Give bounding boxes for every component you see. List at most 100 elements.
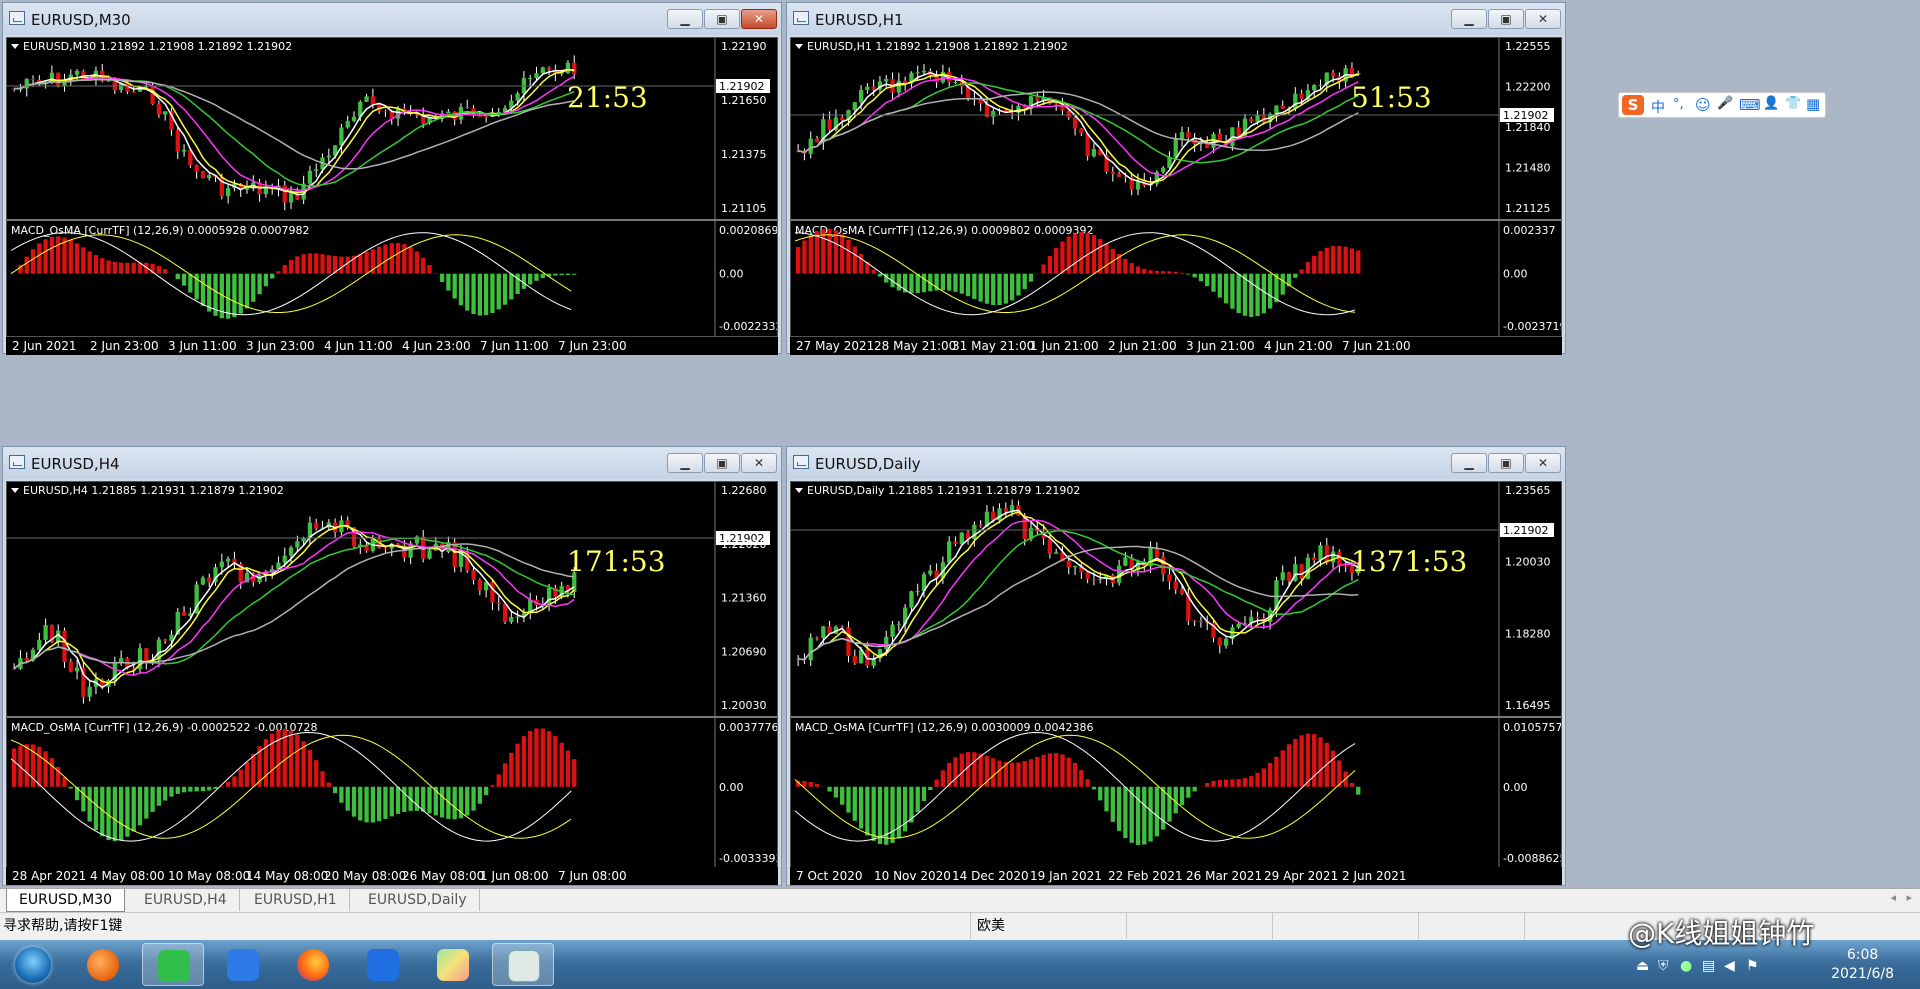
- macd-histogram-bar: [1016, 273, 1021, 296]
- macd-histogram-bar: [540, 728, 545, 787]
- maximize-button[interactable]: ▣: [1488, 9, 1524, 29]
- macd-histogram-bar: [118, 786, 124, 841]
- macd-histogram-bar: [928, 786, 933, 791]
- tray-shield-icon[interactable]: ⛨: [1658, 958, 1669, 974]
- macd-histogram-bar: [984, 273, 990, 304]
- mt4-terminal-icon: [508, 950, 540, 982]
- macd-histogram-bar: [1148, 270, 1153, 274]
- candle-body: [370, 96, 376, 105]
- taskbar-app-notes[interactable]: [212, 943, 274, 986]
- maximize-button[interactable]: ▣: [704, 453, 740, 473]
- chart-window-daily[interactable]: EURUSD,Daily ▁ ▣ ✕ 1.21902 1.23565 1.20030…: [786, 446, 1566, 886]
- macd-histogram-bar: [163, 786, 168, 801]
- tray-network-icon[interactable]: ▤: [1702, 958, 1715, 974]
- taskbar-app-browser[interactable]: [72, 943, 134, 986]
- macd-histogram-bar: [1261, 768, 1266, 787]
- tab-eurusd-h1[interactable]: EURUSD,H1: [242, 889, 350, 911]
- macd-histogram-bar: [370, 786, 376, 823]
- macd-histogram-bar: [1035, 756, 1040, 787]
- ime-punct-icon[interactable]: °,: [1673, 97, 1684, 112]
- macd-histogram-bar: [307, 749, 313, 787]
- candle-body: [1280, 572, 1285, 581]
- candle-body: [1330, 72, 1336, 77]
- macd-histogram-bar: [1286, 744, 1292, 787]
- ime-lang-toggle[interactable]: 中: [1651, 97, 1665, 117]
- tab-eurusd-daily[interactable]: EURUSD,Daily: [356, 889, 480, 911]
- maximize-button[interactable]: ▣: [1488, 453, 1524, 473]
- macd-histogram-bar: [490, 785, 495, 787]
- tray-volume-icon[interactable]: ◀: [1724, 958, 1735, 974]
- chart-window-m30[interactable]: EURUSD,M30 ▁ ▣ ✕ 1.21902 1.22190 1.21650 1.…: [2, 2, 782, 355]
- tabs-scroll-right-icon[interactable]: ▸: [1906, 891, 1912, 904]
- candle-body: [383, 110, 388, 112]
- macd-histogram-bar: [194, 786, 199, 792]
- chart-area[interactable]: 1.21902 1.22680 1.22020 1.21360 1.20690 1.200…: [6, 481, 778, 869]
- tab-eurusd-h4[interactable]: EURUSD,H4: [132, 889, 240, 911]
- chart-area[interactable]: 1.21902 1.22555 1.22200 1.21840 1.21480 1.211…: [790, 37, 1562, 337]
- ime-menu-icon[interactable]: ▦: [1806, 95, 1820, 113]
- macd-histogram-bar: [1255, 273, 1260, 317]
- macd-histogram-bar: [1330, 246, 1336, 274]
- macd-histogram-bar: [1047, 753, 1053, 787]
- window-titlebar[interactable]: EURUSD,H4 ▁ ▣ ✕: [3, 447, 781, 479]
- window-titlebar[interactable]: EURUSD,M30 ▁ ▣ ✕: [3, 3, 781, 35]
- tray-usb-icon[interactable]: ⏏: [1636, 958, 1649, 974]
- ime-skin-icon[interactable]: 👕: [1785, 96, 1801, 111]
- tray-wechat-icon[interactable]: ●: [1680, 958, 1692, 974]
- chart-svg: 1.219021.225551.222001.218401.214801.211…: [791, 38, 1561, 336]
- macd-histogram-bar: [1192, 786, 1197, 792]
- ime-toolbar[interactable]: S 中 °, ☺ 🎤 ⌨ 👤 👕 ▦: [1618, 92, 1826, 118]
- ime-keyboard-icon[interactable]: ⌨: [1739, 96, 1761, 114]
- minimize-button[interactable]: ▁: [667, 9, 703, 29]
- tab-eurusd-m30[interactable]: EURUSD,M30: [6, 889, 126, 912]
- macd-histogram-bar: [225, 273, 231, 319]
- tabs-scroll-left-icon[interactable]: ◂: [1890, 891, 1896, 904]
- minimize-button[interactable]: ▁: [667, 453, 703, 473]
- chart-area[interactable]: 1.21902 1.23565 1.20030 1.18280 1.16495 EURUS…: [790, 481, 1562, 869]
- ime-emoji-icon[interactable]: ☺: [1695, 96, 1711, 114]
- price-axis-label: 1.22555: [1505, 40, 1551, 53]
- candle-body: [1318, 545, 1323, 561]
- taskbar-app-maps[interactable]: [422, 943, 484, 986]
- minimize-button[interactable]: ▁: [1451, 453, 1487, 473]
- ime-voice-icon[interactable]: 🎤: [1717, 96, 1733, 111]
- chart-window-h1[interactable]: EURUSD,H1 ▁ ▣ ✕ 1.21902 1.22555 1.22200 1.2…: [786, 2, 1566, 355]
- chart-area[interactable]: 1.21902 1.22190 1.21650 1.21375 1.21105 EURUS…: [6, 37, 778, 337]
- macd-histogram-bar: [1217, 779, 1222, 787]
- macd-histogram-bar: [997, 273, 1002, 306]
- start-button[interactable]: [2, 943, 64, 986]
- candle-body: [1173, 138, 1178, 158]
- window-titlebar[interactable]: EURUSD,H1 ▁ ▣ ✕: [787, 3, 1565, 35]
- macd-histogram-bar: [1192, 273, 1197, 278]
- time-axis-label: 19 Jan 2021: [1030, 869, 1102, 883]
- close-button[interactable]: ✕: [741, 453, 777, 473]
- macd-histogram-bar: [1211, 273, 1216, 292]
- close-button[interactable]: ✕: [1525, 453, 1561, 473]
- macd-histogram-bar: [509, 752, 514, 787]
- candle-body: [896, 624, 901, 626]
- macd-histogram-bar: [332, 786, 338, 794]
- macd-histogram-bar: [188, 786, 193, 792]
- macd-histogram-bar: [852, 246, 857, 274]
- window-titlebar[interactable]: EURUSD,Daily ▁ ▣ ✕: [787, 447, 1565, 479]
- minimize-button[interactable]: ▁: [1451, 9, 1487, 29]
- candle-body: [144, 648, 149, 663]
- candle-body: [515, 93, 520, 101]
- status-profile[interactable]: 欧美: [970, 913, 1127, 939]
- close-button[interactable]: ✕: [741, 9, 777, 29]
- taskbar-app-meeting[interactable]: [352, 943, 414, 986]
- taskbar-clock[interactable]: 6:08 2021/6/8: [1831, 946, 1894, 984]
- maximize-button[interactable]: ▣: [704, 9, 740, 29]
- close-button[interactable]: ✕: [1525, 9, 1561, 29]
- sogou-logo-icon[interactable]: S: [1622, 95, 1644, 115]
- time-axis-label: 26 Mar 2021: [1186, 869, 1263, 883]
- taskbar-app-firefox[interactable]: [282, 943, 344, 986]
- ime-user-icon[interactable]: 👤: [1763, 96, 1779, 111]
- tray-flag-icon[interactable]: ⚑: [1746, 958, 1759, 974]
- chart-window-h4[interactable]: EURUSD,H4 ▁ ▣ ✕ 1.21902 1.22680 1.22020 1.2…: [2, 446, 782, 886]
- macd-histogram-bar: [821, 228, 826, 274]
- taskbar-app-wechat[interactable]: [142, 943, 204, 986]
- taskbar-app-mt4[interactable]: [492, 943, 554, 986]
- candle-body: [1072, 565, 1078, 568]
- time-axis-label: 14 Dec 2020: [952, 869, 1029, 883]
